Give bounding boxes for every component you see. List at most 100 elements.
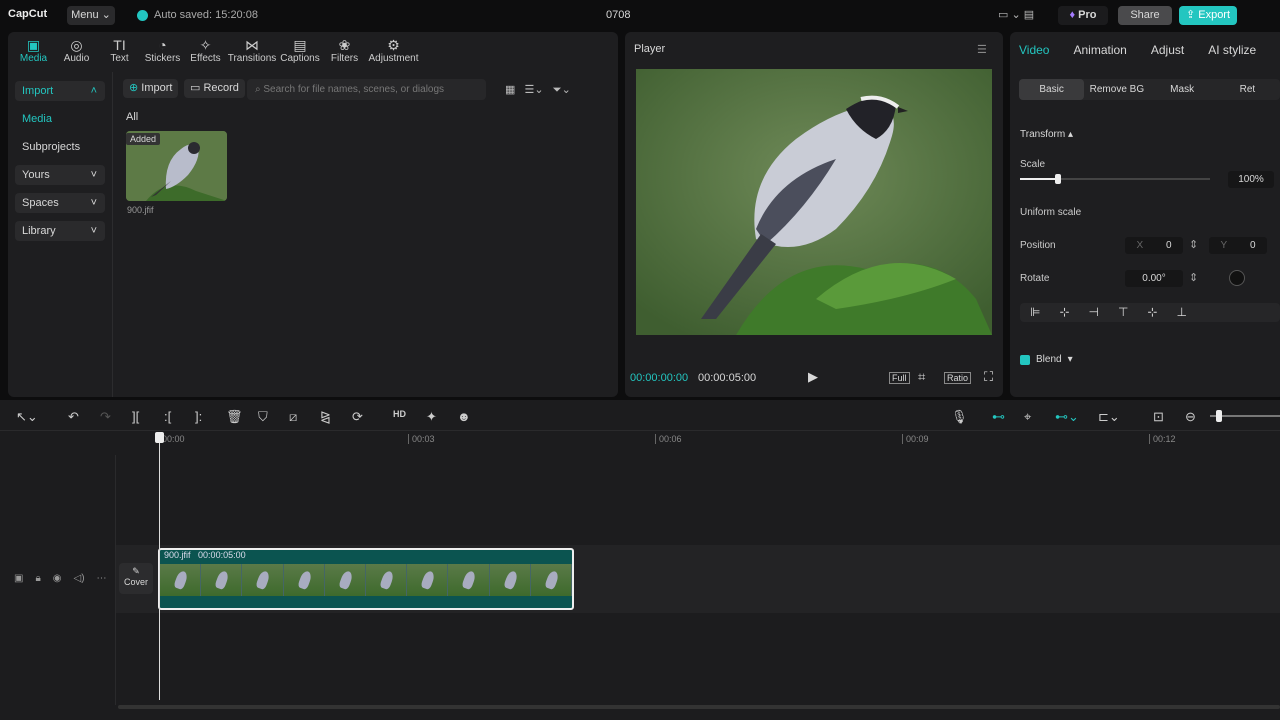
align-bottom-icon[interactable]: ⊥ <box>1176 303 1186 322</box>
zoom-out-icon[interactable]: ⊖ <box>1185 409 1196 425</box>
scale-handle[interactable] <box>1055 174 1061 184</box>
blend-toggle[interactable]: Blend ▾ <box>1020 354 1073 365</box>
fit-icon[interactable]: ⌗ <box>918 369 925 385</box>
tab-transitions[interactable]: ⋈ Transitions <box>227 37 277 64</box>
import-button[interactable]: ⊕ Import <box>123 79 179 98</box>
tab-adjust[interactable]: Adjust <box>1151 43 1184 57</box>
tab-video[interactable]: Video <box>1019 43 1049 57</box>
split-icon[interactable]: ][ <box>132 409 139 424</box>
x-stepper-icon[interactable]: ⇕ <box>1189 238 1198 251</box>
tab-audio[interactable]: ◎ Audio <box>55 37 98 64</box>
mic-icon[interactable]: 🎙 <box>951 409 968 425</box>
redo-icon[interactable]: ↷ <box>100 409 111 425</box>
tab-captions[interactable]: ▤ Captions <box>277 37 323 64</box>
hd-icon[interactable]: HD <box>393 409 406 419</box>
connect-icon[interactable]: ⊷⌄ <box>1055 409 1079 425</box>
playhead[interactable] <box>155 432 164 700</box>
rotate-icon[interactable]: ⟳ <box>352 409 363 425</box>
subtab-mask[interactable]: Mask <box>1150 79 1215 100</box>
align-middle-icon[interactable]: ⊹ <box>1147 303 1157 322</box>
select-tool-icon[interactable]: ↖⌄ <box>16 409 38 425</box>
playhead-handle[interactable] <box>155 432 164 443</box>
sidebar-item-library[interactable]: Library ˅ <box>15 221 105 241</box>
player-menu-icon[interactable]: ☰ <box>977 43 987 56</box>
undo-icon[interactable]: ↶ <box>68 409 79 425</box>
full-button[interactable]: Full <box>889 372 910 384</box>
preview-axis-icon[interactable]: ⊏⌄ <box>1098 409 1120 425</box>
track-icon[interactable]: ▣ <box>14 573 23 584</box>
sidebar-item-subprojects[interactable]: Subprojects <box>15 137 105 157</box>
export-button[interactable]: ⇪ Export <box>1179 6 1237 25</box>
rotate-dial[interactable] <box>1229 270 1245 286</box>
pro-button[interactable]: ♦ Pro <box>1058 6 1108 25</box>
tab-text[interactable]: TI Text <box>98 37 141 64</box>
tab-ai-stylize[interactable]: AI stylize <box>1208 43 1256 57</box>
scale-slider[interactable] <box>1020 174 1210 184</box>
magic-icon[interactable]: ✦ <box>426 409 437 425</box>
share-label: Share <box>1130 9 1160 21</box>
rotate-stepper-icon[interactable]: ⇕ <box>1189 271 1198 284</box>
search-input[interactable]: ⌕ Search for file names, scenes, or dial… <box>247 79 486 100</box>
tab-effects[interactable]: ✧ Effects <box>184 37 227 64</box>
frame <box>324 564 367 596</box>
crop-icon[interactable]: ⧄ <box>289 409 297 425</box>
link-icon[interactable]: ⊷ <box>992 409 1005 425</box>
sidebar-item-import[interactable]: Import ˄ <box>15 81 105 101</box>
transform-header[interactable]: Transform ▴ <box>1020 129 1073 140</box>
subtab-retouch[interactable]: Ret <box>1215 79 1280 100</box>
share-button[interactable]: Share <box>1118 6 1172 25</box>
zoom-slider[interactable] <box>1210 410 1280 422</box>
align-top-icon[interactable]: ⊤ <box>1118 303 1128 322</box>
video-preview[interactable] <box>636 69 992 335</box>
tab-filters[interactable]: ❀ Filters <box>323 37 366 64</box>
marker-icon[interactable]: ⛉ <box>258 409 268 425</box>
horizontal-scrollbar[interactable] <box>118 705 1280 709</box>
sidebar-item-yours[interactable]: Yours ˅ <box>15 165 105 185</box>
align-left-icon[interactable]: ⊫ <box>1030 303 1040 322</box>
plus-icon: ⊕ <box>129 82 139 94</box>
filter-all[interactable]: All <box>126 111 138 123</box>
align-right-icon[interactable]: ⊣ <box>1089 303 1099 322</box>
sidebar-item-spaces[interactable]: Spaces ˅ <box>15 193 105 213</box>
play-icon[interactable]: ▶ <box>808 369 818 385</box>
eye-icon[interactable]: ◉ <box>53 573 62 584</box>
tab-stickers[interactable]: ◔ Stickers <box>141 37 184 64</box>
checkbox-icon[interactable] <box>1020 354 1030 365</box>
split-left-icon[interactable]: :[ <box>164 409 171 424</box>
text-icon: TI <box>113 37 126 53</box>
align-toolbar: ⊫ ⊹ ⊣ ⊤ ⊹ ⊥ <box>1020 303 1280 322</box>
captions-icon: ▤ <box>293 37 307 53</box>
cover-button[interactable]: ✎ Cover <box>119 563 153 594</box>
layout-icon[interactable]: ▭ ⌄ ▤ <box>998 8 1034 21</box>
person-icon[interactable]: ☻ <box>457 409 471 424</box>
align-center-icon[interactable]: ⊹ <box>1059 303 1069 322</box>
sidebar-label: Media <box>22 113 52 125</box>
record-button[interactable]: ▭ Record <box>184 79 245 98</box>
mirror-icon[interactable]: ⧎ <box>320 409 331 425</box>
fullscreen-icon[interactable]: ⛶ <box>984 369 993 385</box>
position-x-field[interactable]: X0 <box>1125 237 1183 254</box>
fit-timeline-icon[interactable]: ⊡ <box>1153 409 1164 425</box>
subtab-remove-bg[interactable]: Remove BG <box>1084 79 1149 100</box>
delete-icon[interactable]: 🗑 <box>226 409 243 425</box>
ratio-button[interactable]: Ratio <box>944 372 972 384</box>
tab-media[interactable]: ▣ Media <box>12 37 55 64</box>
tab-animation[interactable]: Animation <box>1073 43 1126 57</box>
volume-icon[interactable]: ◁) <box>74 573 85 584</box>
divider <box>0 430 1280 431</box>
subtab-basic[interactable]: Basic <box>1019 79 1085 100</box>
snap-icon[interactable]: ⌖ <box>1024 409 1031 425</box>
view-toggle-icon[interactable]: ▦ ☰⌄ ⏷⌄ <box>505 83 571 97</box>
more-icon[interactable]: ⋯ <box>97 573 107 584</box>
split-right-icon[interactable]: ]: <box>195 409 202 424</box>
zoom-handle[interactable] <box>1216 410 1222 422</box>
scale-value[interactable]: 100% <box>1228 171 1274 188</box>
tab-adjustment[interactable]: ⚙ Adjustment <box>366 37 421 64</box>
rotate-field[interactable]: 0.00° <box>1125 270 1183 287</box>
frame <box>407 564 449 596</box>
position-y-field[interactable]: Y0 <box>1209 237 1267 254</box>
sidebar-item-media[interactable]: Media <box>15 109 105 129</box>
video-clip[interactable]: 900.jfif 00:00:05:00 <box>158 548 574 610</box>
lock-icon[interactable]: 🔒︎ <box>35 573 40 584</box>
menu-button[interactable]: Menu ⌄ <box>67 6 115 25</box>
